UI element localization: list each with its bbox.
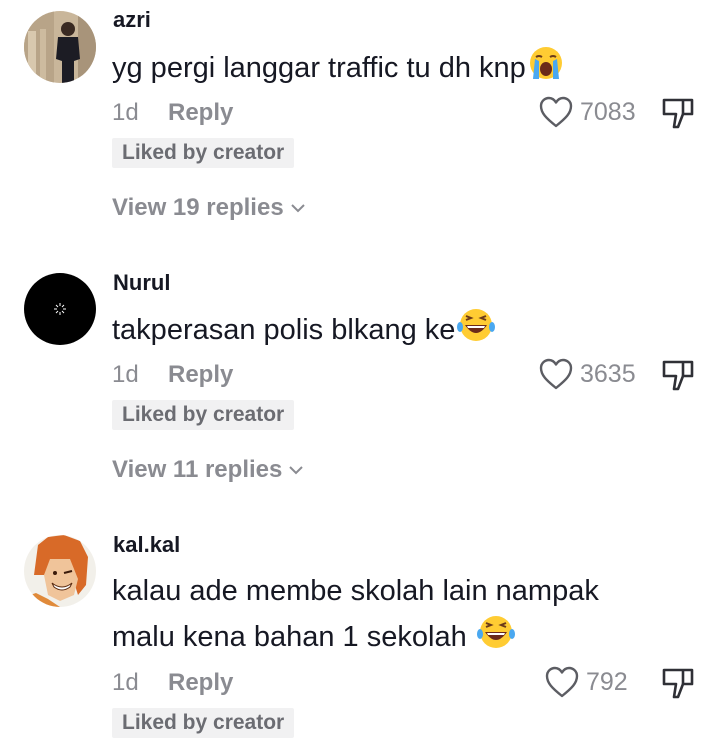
comment-time: 1d: [112, 669, 139, 696]
heart-icon: [539, 96, 573, 128]
liked-by-creator-badge: Liked by creator: [112, 708, 295, 738]
comment-text-line: malu kena bahan 1 sekolah: [112, 614, 515, 664]
like-count: 7083: [580, 97, 636, 126]
heart-icon: [539, 358, 573, 390]
like-button[interactable]: 3635: [538, 357, 636, 391]
avatar[interactable]: [24, 535, 96, 607]
view-replies-button[interactable]: View 19 replies: [112, 194, 306, 222]
reply-button[interactable]: Reply: [168, 669, 233, 697]
dislike-button[interactable]: [661, 666, 695, 700]
username[interactable]: azri: [113, 7, 151, 33]
username[interactable]: Nurul: [113, 270, 170, 296]
like-count: 792: [586, 667, 628, 696]
laughing-face-emoji-icon: [476, 614, 515, 664]
username[interactable]: kal.kal: [113, 532, 180, 558]
liked-by-creator-badge: Liked by creator: [112, 138, 295, 168]
heart-icon: [545, 666, 579, 698]
thumbs-down-icon: [662, 668, 694, 699]
like-button[interactable]: 7083: [538, 95, 636, 129]
chevron-down-icon: [289, 466, 304, 475]
like-button[interactable]: 792: [544, 665, 628, 699]
thumbs-down-icon: [662, 98, 694, 129]
crying-face-emoji-icon: [528, 45, 564, 95]
comment-text: yg pergi langgar traffic tu dh knp: [112, 45, 564, 95]
reply-button[interactable]: Reply: [168, 361, 233, 389]
view-replies-button[interactable]: View 11 replies: [112, 456, 304, 484]
avatar[interactable]: [24, 273, 96, 345]
thumbs-down-icon: [662, 360, 694, 391]
dislike-button[interactable]: [661, 96, 695, 130]
reply-button[interactable]: Reply: [168, 99, 233, 127]
comment-time: 1d: [112, 99, 139, 126]
comment-text-line: kalau ade membe skolah lain nampak: [112, 575, 599, 607]
chevron-down-icon: [290, 204, 305, 213]
comment-time: 1d: [112, 361, 139, 388]
dislike-button[interactable]: [661, 358, 695, 392]
liked-by-creator-badge: Liked by creator: [112, 400, 295, 430]
avatar[interactable]: [24, 11, 96, 83]
comment-text: takperasan polis blkang ke: [112, 307, 496, 357]
laughing-face-emoji-icon: [457, 307, 496, 357]
like-count: 3635: [580, 359, 636, 388]
